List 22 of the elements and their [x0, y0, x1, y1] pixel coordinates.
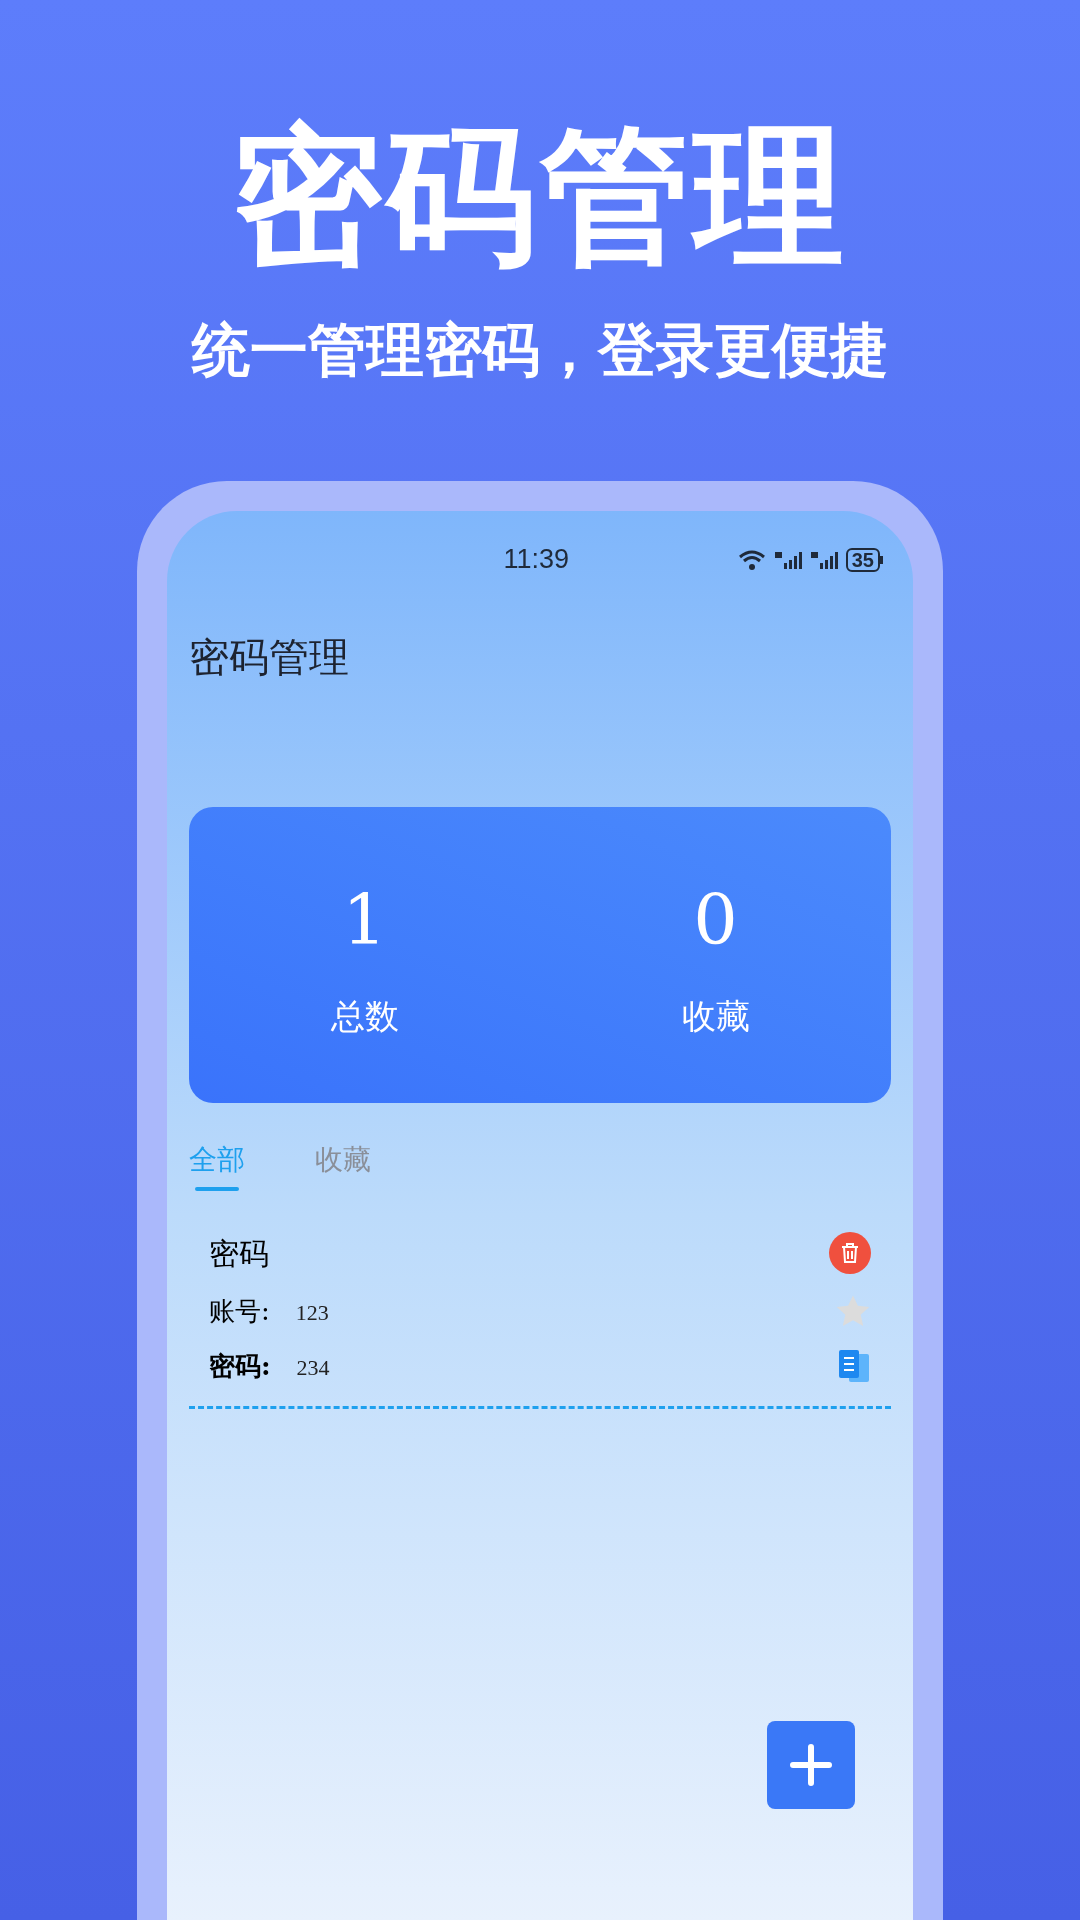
add-button[interactable] [767, 1720, 855, 1809]
headline: 密码管理 [232, 118, 848, 276]
stat-value: 1 [342, 877, 387, 963]
field-value: 234 [296, 1353, 330, 1382]
battery-level: 35 [845, 547, 880, 572]
star-icon[interactable] [835, 1294, 871, 1328]
subtitle: 统一管理密码，登录更便捷 [192, 315, 888, 384]
trash-icon [840, 1242, 860, 1264]
field-label: 账号: [209, 1294, 270, 1328]
field-label: 密码: [209, 1349, 271, 1383]
app-title: 密码管理 [189, 632, 350, 682]
stat-label: 收藏 [681, 994, 750, 1038]
tab[interactable]: 全部 [189, 1138, 245, 1191]
field-value: 123 [295, 1298, 329, 1327]
delete-button[interactable] [829, 1232, 871, 1274]
entry-title: 密码 [209, 1234, 269, 1273]
stat-value: 0 [693, 877, 738, 963]
tab[interactable]: 收藏 [315, 1138, 371, 1191]
plus-icon [789, 1742, 833, 1787]
stat-label: 总数 [330, 994, 399, 1038]
status-time: 11:39 [503, 543, 569, 577]
copy-icon[interactable] [837, 1348, 871, 1384]
